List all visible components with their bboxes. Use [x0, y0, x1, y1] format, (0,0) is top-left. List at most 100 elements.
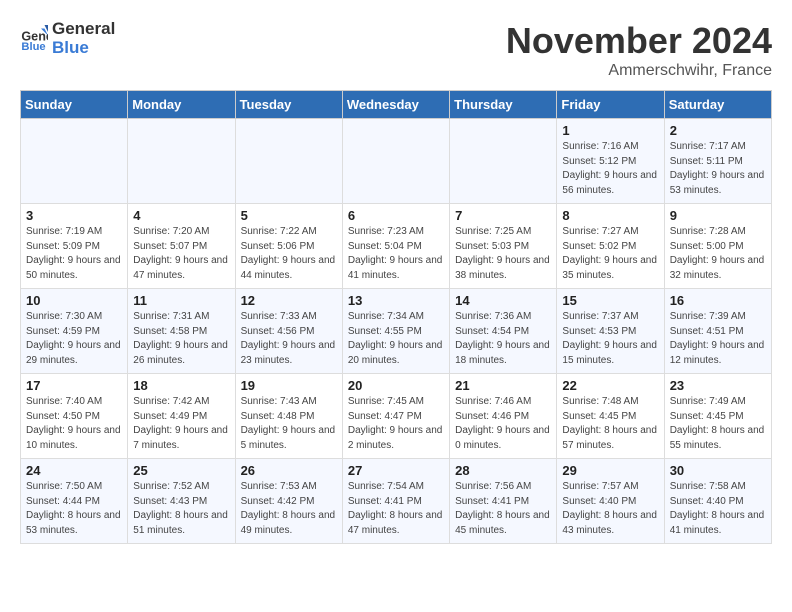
day-info: Sunrise: 7:50 AM Sunset: 4:44 PM Dayligh… [26, 480, 122, 538]
day-info: Sunrise: 7:20 AM Sunset: 5:07 PM Dayligh… [133, 225, 229, 283]
day-info: Sunrise: 7:54 AM Sunset: 4:41 PM Dayligh… [348, 480, 444, 538]
day-info: Sunrise: 7:28 AM Sunset: 5:00 PM Dayligh… [670, 225, 766, 283]
title-block: November 2024 Ammerschwihr, France [506, 20, 772, 80]
day-info: Sunrise: 7:48 AM Sunset: 4:45 PM Dayligh… [562, 395, 658, 453]
calendar-cell: 7Sunrise: 7:25 AM Sunset: 5:03 PM Daylig… [450, 204, 557, 289]
day-number: 20 [348, 378, 444, 393]
day-number: 21 [455, 378, 551, 393]
day-number: 6 [348, 208, 444, 223]
calendar-cell: 16 Sunrise: 7:39 AM Sunset: 4:51 PM Dayli… [664, 289, 771, 374]
calendar-cell: 6 Sunrise: 7:23 AM Sunset: 5:04 PM Daylig… [342, 204, 449, 289]
day-number: 2 [670, 123, 766, 138]
calendar-cell: 11Sunrise: 7:31 AM Sunset: 4:58 PM Dayli… [128, 289, 235, 374]
calendar-cell [128, 119, 235, 204]
calendar-cell: 20 Sunrise: 7:45 AM Sunset: 4:47 PM Dayli… [342, 374, 449, 459]
location-title: Ammerschwihr, France [506, 62, 772, 80]
calendar-cell [450, 119, 557, 204]
day-number: 24 [26, 463, 122, 478]
day-info: Sunrise: 7:34 AM Sunset: 4:55 PM Dayligh… [348, 310, 444, 368]
day-info: Sunrise: 7:27 AM Sunset: 5:02 PM Dayligh… [562, 225, 658, 283]
weekday-header: Monday [128, 91, 235, 119]
calendar-cell: 2 Sunrise: 7:17 AM Sunset: 5:11 PM Daylig… [664, 119, 771, 204]
calendar-week-row: 17 Sunrise: 7:40 AM Sunset: 4:50 PM Dayli… [21, 374, 772, 459]
calendar-cell: 23 Sunrise: 7:49 AM Sunset: 4:45 PM Dayli… [664, 374, 771, 459]
day-number: 15 [562, 293, 658, 308]
day-number: 18 [133, 378, 229, 393]
calendar-week-row: 1 Sunrise: 7:16 AM Sunset: 5:12 PM Daylig… [21, 119, 772, 204]
day-number: 5 [241, 208, 337, 223]
calendar-table: SundayMondayTuesdayWednesdayThursdayFrid… [20, 90, 772, 544]
calendar-cell: 18 Sunrise: 7:42 AM Sunset: 4:49 PM Dayli… [128, 374, 235, 459]
month-title: November 2024 [506, 20, 772, 62]
day-info: Sunrise: 7:31 AM Sunset: 4:58 PM Dayligh… [133, 310, 229, 368]
calendar-cell: 22 Sunrise: 7:48 AM Sunset: 4:45 PM Dayli… [557, 374, 664, 459]
day-number: 25 [133, 463, 229, 478]
calendar-cell: 28 Sunrise: 7:56 AM Sunset: 4:41 PM Dayli… [450, 459, 557, 544]
day-number: 28 [455, 463, 551, 478]
day-info: Sunrise: 7:45 AM Sunset: 4:47 PM Dayligh… [348, 395, 444, 453]
calendar-cell: 25Sunrise: 7:52 AM Sunset: 4:43 PM Dayli… [128, 459, 235, 544]
day-info: Sunrise: 7:19 AM Sunset: 5:09 PM Dayligh… [26, 225, 122, 283]
logo-general-text: General [52, 20, 115, 39]
day-info: Sunrise: 7:40 AM Sunset: 4:50 PM Dayligh… [26, 395, 122, 453]
day-info: Sunrise: 7:37 AM Sunset: 4:53 PM Dayligh… [562, 310, 658, 368]
day-info: Sunrise: 7:53 AM Sunset: 4:42 PM Dayligh… [241, 480, 337, 538]
calendar-cell: 5 Sunrise: 7:22 AM Sunset: 5:06 PM Daylig… [235, 204, 342, 289]
day-number: 23 [670, 378, 766, 393]
day-info: Sunrise: 7:30 AM Sunset: 4:59 PM Dayligh… [26, 310, 122, 368]
calendar-week-row: 24 Sunrise: 7:50 AM Sunset: 4:44 PM Dayli… [21, 459, 772, 544]
day-number: 16 [670, 293, 766, 308]
day-number: 14 [455, 293, 551, 308]
weekday-header: Wednesday [342, 91, 449, 119]
calendar-week-row: 3Sunrise: 7:19 AM Sunset: 5:09 PM Daylig… [21, 204, 772, 289]
calendar-cell: 24 Sunrise: 7:50 AM Sunset: 4:44 PM Dayli… [21, 459, 128, 544]
day-info: Sunrise: 7:22 AM Sunset: 5:06 PM Dayligh… [241, 225, 337, 283]
calendar-cell: 30Sunrise: 7:58 AM Sunset: 4:40 PM Dayli… [664, 459, 771, 544]
day-number: 10 [26, 293, 122, 308]
weekday-header: Friday [557, 91, 664, 119]
day-info: Sunrise: 7:25 AM Sunset: 5:03 PM Dayligh… [455, 225, 551, 283]
day-info: Sunrise: 7:17 AM Sunset: 5:11 PM Dayligh… [670, 140, 766, 198]
weekday-header: Thursday [450, 91, 557, 119]
calendar-cell: 17 Sunrise: 7:40 AM Sunset: 4:50 PM Dayli… [21, 374, 128, 459]
weekday-header: Sunday [21, 91, 128, 119]
day-info: Sunrise: 7:43 AM Sunset: 4:48 PM Dayligh… [241, 395, 337, 453]
day-info: Sunrise: 7:57 AM Sunset: 4:40 PM Dayligh… [562, 480, 658, 538]
calendar-cell [342, 119, 449, 204]
day-number: 8 [562, 208, 658, 223]
calendar-cell: 15 Sunrise: 7:37 AM Sunset: 4:53 PM Dayli… [557, 289, 664, 374]
calendar-cell: 21 Sunrise: 7:46 AM Sunset: 4:46 PM Dayli… [450, 374, 557, 459]
calendar-cell: 12 Sunrise: 7:33 AM Sunset: 4:56 PM Dayli… [235, 289, 342, 374]
day-info: Sunrise: 7:23 AM Sunset: 5:04 PM Dayligh… [348, 225, 444, 283]
day-info: Sunrise: 7:46 AM Sunset: 4:46 PM Dayligh… [455, 395, 551, 453]
calendar-cell: 13Sunrise: 7:34 AM Sunset: 4:55 PM Dayli… [342, 289, 449, 374]
day-number: 1 [562, 123, 658, 138]
day-number: 12 [241, 293, 337, 308]
day-number: 22 [562, 378, 658, 393]
day-info: Sunrise: 7:16 AM Sunset: 5:12 PM Dayligh… [562, 140, 658, 198]
day-info: Sunrise: 7:33 AM Sunset: 4:56 PM Dayligh… [241, 310, 337, 368]
calendar-cell: 10 Sunrise: 7:30 AM Sunset: 4:59 PM Dayli… [21, 289, 128, 374]
day-number: 17 [26, 378, 122, 393]
calendar-cell: 19Sunrise: 7:43 AM Sunset: 4:48 PM Dayli… [235, 374, 342, 459]
weekday-header: Saturday [664, 91, 771, 119]
day-number: 27 [348, 463, 444, 478]
day-info: Sunrise: 7:42 AM Sunset: 4:49 PM Dayligh… [133, 395, 229, 453]
calendar-cell: 26 Sunrise: 7:53 AM Sunset: 4:42 PM Dayli… [235, 459, 342, 544]
calendar-cell: 1 Sunrise: 7:16 AM Sunset: 5:12 PM Daylig… [557, 119, 664, 204]
day-number: 29 [562, 463, 658, 478]
calendar-cell: 29 Sunrise: 7:57 AM Sunset: 4:40 PM Dayli… [557, 459, 664, 544]
calendar-cell [21, 119, 128, 204]
logo-blue-text: Blue [52, 39, 115, 58]
calendar-week-row: 10 Sunrise: 7:30 AM Sunset: 4:59 PM Dayli… [21, 289, 772, 374]
day-info: Sunrise: 7:49 AM Sunset: 4:45 PM Dayligh… [670, 395, 766, 453]
page-header: General Blue General Blue November 2024 … [20, 20, 772, 80]
day-info: Sunrise: 7:56 AM Sunset: 4:41 PM Dayligh… [455, 480, 551, 538]
day-number: 9 [670, 208, 766, 223]
day-number: 4 [133, 208, 229, 223]
calendar-cell: 9 Sunrise: 7:28 AM Sunset: 5:00 PM Daylig… [664, 204, 771, 289]
day-number: 26 [241, 463, 337, 478]
calendar-cell: 14Sunrise: 7:36 AM Sunset: 4:54 PM Dayli… [450, 289, 557, 374]
calendar-cell: 8 Sunrise: 7:27 AM Sunset: 5:02 PM Daylig… [557, 204, 664, 289]
day-info: Sunrise: 7:39 AM Sunset: 4:51 PM Dayligh… [670, 310, 766, 368]
